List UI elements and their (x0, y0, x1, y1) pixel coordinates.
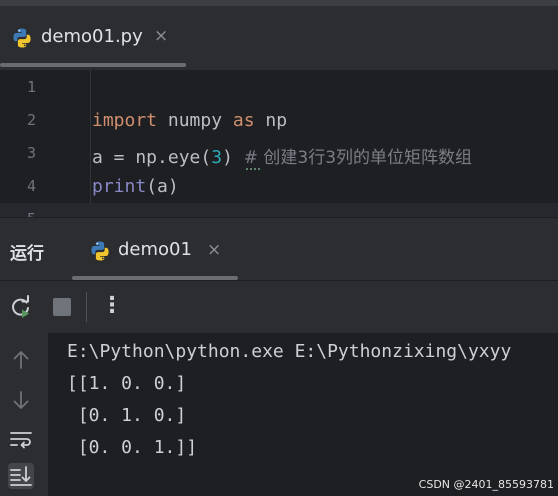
line-number: 2 (26, 111, 36, 129)
editor-tab-label: demo01.py (41, 26, 143, 47)
code-module: numpy (157, 110, 233, 131)
builtin-print: print (92, 176, 147, 197)
code-call-close: ) (222, 147, 244, 168)
console-output-line: [[1. 0. 0.] (67, 373, 187, 394)
run-tab-label: demo01 (118, 239, 192, 260)
code-text: import numpy as np (92, 110, 287, 131)
close-icon[interactable]: × (154, 26, 168, 46)
rerun-icon (12, 295, 29, 318)
line-number: 3 (26, 144, 36, 162)
run-tool-window-header: 运行 demo01 × (0, 217, 558, 281)
code-line-2: 2 import numpy as np (0, 104, 558, 137)
console-side-toolbar (0, 333, 48, 496)
line-number: 1 (26, 78, 36, 96)
arrow-up-icon (13, 351, 29, 369)
code-text: print(a) (92, 176, 179, 197)
code-line-3: 3 a = np.eye(3) # 创建3行3列的单位矩阵数组 (0, 137, 558, 170)
toolbar-separator (86, 292, 87, 322)
keyword-as: as (232, 110, 255, 131)
code-number-arg: 3 (211, 147, 223, 168)
run-window-title: 运行 (10, 244, 44, 264)
python-logo-icon (11, 27, 33, 53)
scroll-to-end-icon (10, 466, 32, 486)
line-number: 5 (0, 210, 36, 217)
editor-tab-bar: demo01.py × (0, 6, 558, 70)
active-tab-indicator (0, 63, 186, 67)
arrow-down-icon (13, 391, 29, 409)
run-tab-demo01[interactable]: demo01 × (72, 218, 238, 280)
console-output-line: [0. 0. 1.]] (67, 437, 198, 458)
code-editor[interactable]: 1 2 import numpy as np 3 a = np.eye(3) #… (0, 70, 558, 217)
scroll-up-button[interactable] (8, 347, 34, 373)
code-call: a = np.eye( (92, 147, 212, 168)
python-logo-icon (89, 240, 111, 266)
watermark: CSDN @2401_85593781 (418, 478, 554, 491)
stop-icon (53, 298, 71, 316)
scroll-to-end-button[interactable] (8, 463, 34, 489)
console-output-line: [0. 1. 0.] (67, 405, 187, 426)
scroll-down-button[interactable] (8, 387, 34, 413)
code-comment: # 创建3行3列的单位矩阵数组 (243, 148, 473, 168)
stop-button[interactable] (48, 293, 76, 321)
line-number: 4 (26, 177, 36, 195)
editor-tab-demo01[interactable]: demo01.py × (0, 6, 186, 70)
run-console[interactable]: E:\Python\python.exe E:\Pythonzixing\yxy… (0, 333, 558, 496)
code-line-1: 1 (0, 71, 558, 104)
code-args: (a) (146, 176, 179, 197)
keyword-import: import (92, 110, 158, 131)
more-options-button[interactable]: ⋮ (98, 293, 126, 321)
console-output-line: E:\Python\python.exe E:\Pythonzixing\yxy… (67, 341, 512, 362)
rerun-button[interactable] (7, 293, 35, 321)
code-text: a = np.eye(3) # 创建3行3列的单位矩阵数组 (92, 143, 472, 168)
soft-wrap-button[interactable] (8, 426, 34, 452)
code-line-4: 4 print(a) (0, 170, 558, 203)
soft-wrap-icon (10, 432, 32, 449)
code-line-5: 5 (0, 203, 558, 217)
run-toolbar: ⋮ (0, 280, 558, 333)
close-icon[interactable]: × (207, 240, 221, 260)
code-alias: np (254, 110, 288, 131)
